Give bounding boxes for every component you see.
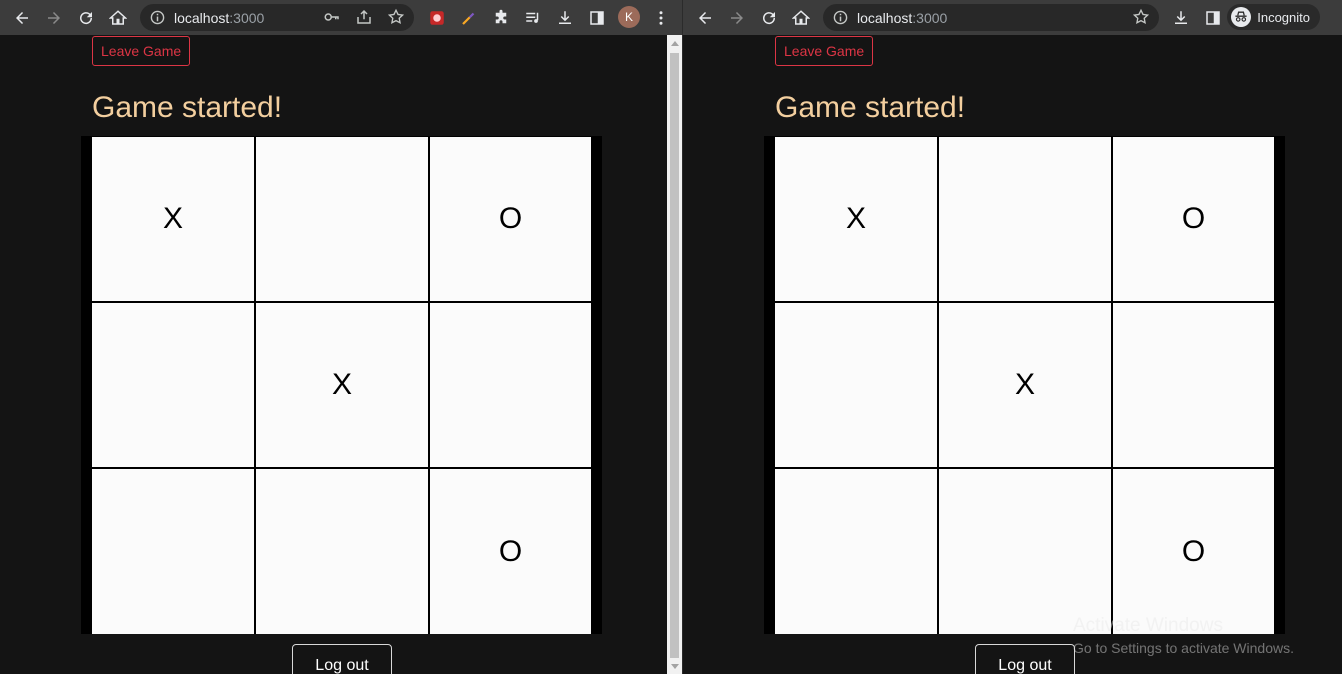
incognito-label: Incognito <box>1257 9 1310 25</box>
forward-icon[interactable] <box>42 6 66 30</box>
forward-icon[interactable] <box>725 6 749 30</box>
board-cell-5[interactable]: X <box>256 303 428 467</box>
side-panel-icon[interactable] <box>585 6 609 30</box>
side-panel-icon[interactable] <box>1201 6 1225 30</box>
extensions-puzzle-icon[interactable] <box>489 6 513 30</box>
reload-icon[interactable] <box>757 6 781 30</box>
site-info-icon[interactable] <box>150 10 165 25</box>
tic-tac-toe-board: X O X O <box>764 136 1285 634</box>
page-title: Game started! <box>92 91 283 124</box>
browser-window-right: localhost:3000 Incognito Leave Game Game… <box>683 0 1342 674</box>
watermark-title: Activate Windows <box>1073 615 1223 636</box>
board-cell-2[interactable] <box>939 137 1111 301</box>
extension-icon[interactable] <box>425 6 449 30</box>
board-cell-9[interactable]: O <box>430 469 591 634</box>
page-title: Game started! <box>775 91 966 124</box>
leave-game-button[interactable]: Leave Game <box>775 36 874 66</box>
watermark-subtitle: Go to Settings to activate Windows. <box>1073 640 1294 656</box>
logout-button[interactable]: Log out <box>975 644 1075 674</box>
download-icon[interactable] <box>1169 6 1193 30</box>
url-text: localhost:3000 <box>857 10 948 26</box>
board-cell-8[interactable] <box>256 469 428 634</box>
scroll-up-arrow-icon[interactable] <box>671 41 679 46</box>
board-cell-9[interactable]: O <box>1113 469 1274 634</box>
site-info-icon[interactable] <box>833 10 848 25</box>
browser-toolbar: localhost:3000 K <box>0 0 682 35</box>
board-cell-3[interactable]: O <box>1113 137 1274 301</box>
game-page: Leave Game Game started! X O X O Log out <box>683 35 1342 674</box>
board-cell-3[interactable]: O <box>430 137 591 301</box>
board-cell-6[interactable] <box>1113 303 1274 467</box>
board-cell-4[interactable] <box>92 303 254 467</box>
url-text: localhost:3000 <box>174 10 265 26</box>
board-cell-7[interactable] <box>92 469 254 634</box>
address-bar[interactable]: localhost:3000 <box>823 4 1159 31</box>
scroll-thumb[interactable] <box>670 53 679 658</box>
back-icon[interactable] <box>10 6 34 30</box>
incognito-icon <box>1231 7 1252 27</box>
game-page: Leave Game Game started! X O X O Log out <box>0 35 667 674</box>
board-cell-8[interactable] <box>939 469 1111 634</box>
board-cell-1[interactable]: X <box>92 137 254 301</box>
leave-game-button[interactable]: Leave Game <box>92 36 191 66</box>
incognito-badge[interactable]: Incognito <box>1227 4 1320 30</box>
home-icon[interactable] <box>106 6 130 30</box>
board-cell-5[interactable]: X <box>939 303 1111 467</box>
media-queue-icon[interactable] <box>521 6 545 30</box>
board-cell-4[interactable] <box>775 303 937 467</box>
color-picker-extension-icon[interactable] <box>457 6 481 30</box>
board-cell-1[interactable]: X <box>775 137 937 301</box>
share-icon[interactable] <box>352 5 376 29</box>
page-scrollbar[interactable] <box>667 35 682 674</box>
board-cell-2[interactable] <box>256 137 428 301</box>
scroll-down-arrow-icon[interactable] <box>671 664 679 669</box>
download-icon[interactable] <box>553 6 577 30</box>
browser-toolbar-incognito: localhost:3000 Incognito <box>683 0 1342 35</box>
board-cell-7[interactable] <box>775 469 937 634</box>
address-bar[interactable]: localhost:3000 <box>140 4 414 31</box>
bookmark-star-icon[interactable] <box>384 5 408 29</box>
home-icon[interactable] <box>789 6 813 30</box>
tic-tac-toe-board: X O X O <box>81 136 602 634</box>
activate-windows-watermark: Activate Windows Go to Settings to activ… <box>1073 615 1294 656</box>
board-cell-6[interactable] <box>430 303 591 467</box>
bookmark-star-icon[interactable] <box>1129 5 1153 29</box>
reload-icon[interactable] <box>74 6 98 30</box>
back-icon[interactable] <box>693 6 717 30</box>
logout-button[interactable]: Log out <box>292 644 392 674</box>
browser-window-left: localhost:3000 K Leave Game Game started… <box>0 0 682 674</box>
menu-kebab-icon[interactable] <box>649 6 673 30</box>
key-icon[interactable] <box>320 5 344 29</box>
profile-avatar[interactable]: K <box>618 6 640 28</box>
